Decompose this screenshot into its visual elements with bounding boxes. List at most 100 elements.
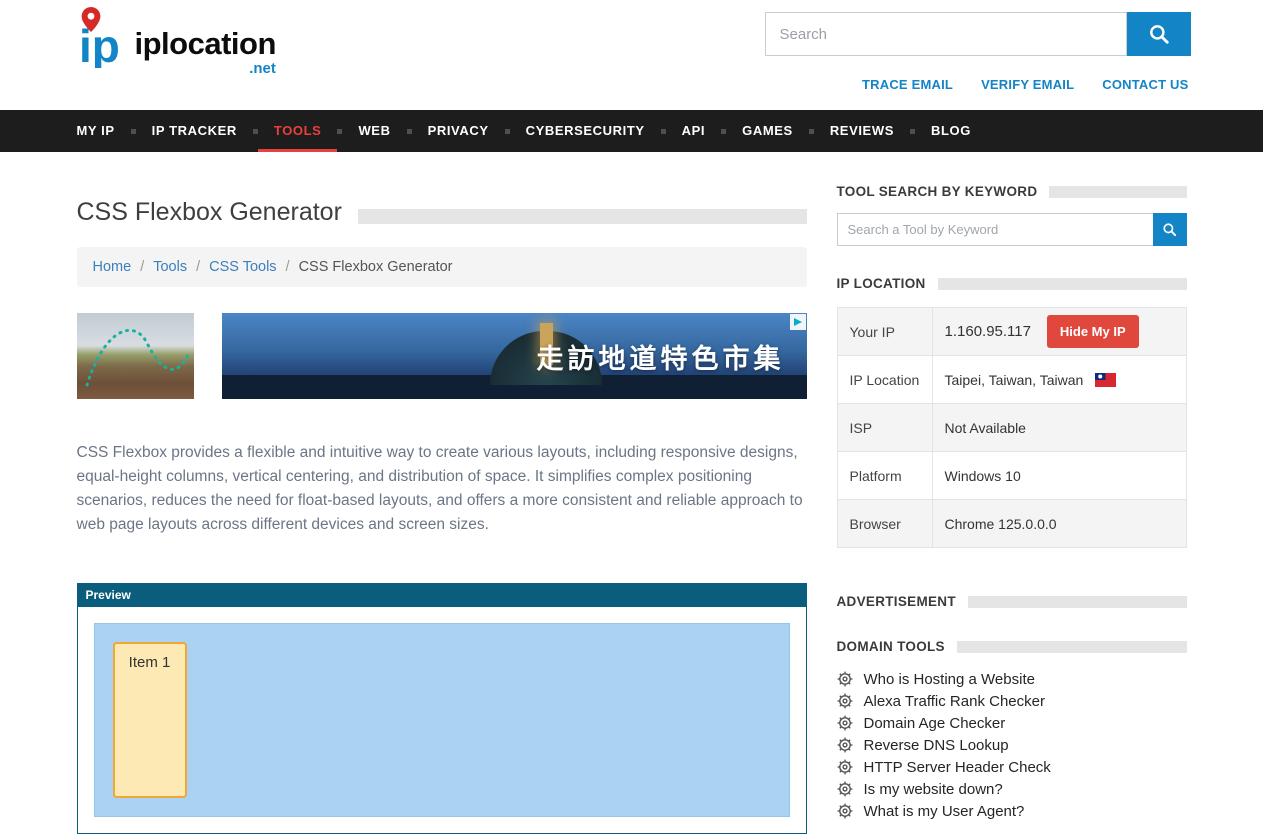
ip-location-table: Your IP 1.160.95.117 Hide My IP IP Locat… [837, 307, 1187, 548]
platform-value: Windows 10 [932, 452, 1186, 500]
heading-decoration-bar [968, 596, 1187, 608]
domain-tools-list: Who is Hosting a Website Alexa Traffic R… [837, 668, 1187, 822]
ad-main-image: 走訪地道特色市集 [222, 313, 807, 399]
ad-curve-graphic [77, 313, 194, 399]
nav-item-api[interactable]: API [666, 110, 721, 152]
breadcrumb-separator: / [286, 259, 290, 275]
header-search-button[interactable] [1127, 12, 1191, 56]
search-icon [1148, 23, 1170, 45]
nav-item-web[interactable]: WEB [342, 110, 406, 152]
header-search-input[interactable] [765, 12, 1127, 56]
list-item: Who is Hosting a Website [837, 668, 1187, 690]
header-search [765, 12, 1191, 56]
domain-tool-alexa-rank-link[interactable]: Alexa Traffic Rank Checker [864, 693, 1045, 710]
table-row: IP Location Taipei, Taiwan, Taiwan [837, 356, 1186, 404]
nav-item-blog[interactable]: BLOG [915, 110, 987, 152]
breadcrumb-current: CSS Flexbox Generator [299, 259, 453, 275]
ad-gap [194, 313, 222, 399]
title-decoration-bar [358, 209, 807, 224]
logo-tld: .net [249, 60, 276, 77]
nav-item-ip-tracker[interactable]: IP TRACKER [136, 110, 253, 152]
row-label: ISP [837, 404, 932, 452]
contact-us-link[interactable]: CONTACT US [1102, 77, 1188, 92]
flex-container: Item 1 [94, 623, 790, 817]
heading-decoration-bar [938, 278, 1187, 290]
verify-email-link[interactable]: VERIFY EMAIL [981, 77, 1074, 92]
hide-my-ip-button[interactable]: Hide My IP [1047, 315, 1139, 348]
ad-left-image [77, 313, 194, 399]
nav-item-tools[interactable]: TOOLS [258, 110, 338, 152]
search-icon [1162, 222, 1177, 237]
page-title: CSS Flexbox Generator [77, 198, 342, 227]
domain-tool-reverse-dns-link[interactable]: Reverse DNS Lookup [864, 737, 1009, 754]
advertisement-heading: ADVERTISEMENT [837, 594, 956, 609]
gear-icon [837, 759, 853, 775]
nav-item-reviews[interactable]: REVIEWS [814, 110, 910, 152]
header-links: TRACE EMAIL VERIFY EMAIL CONTACT US [862, 77, 1188, 92]
list-item: What is my User Agent? [837, 800, 1187, 822]
breadcrumb-css-tools[interactable]: CSS Tools [209, 259, 276, 275]
list-item: Domain Age Checker [837, 712, 1187, 734]
browser-value: Chrome 125.0.0.0 [932, 500, 1186, 548]
list-item: Alexa Traffic Rank Checker [837, 690, 1187, 712]
tool-search [837, 213, 1187, 246]
isp-value: Not Available [932, 404, 1186, 452]
site-logo[interactable]: ip iplocation .net [77, 6, 276, 77]
tool-search-button[interactable] [1153, 213, 1187, 246]
page-description: CSS Flexbox provides a flexible and intu… [77, 441, 807, 537]
row-label: Browser [837, 500, 932, 548]
domain-tool-domain-age-link[interactable]: Domain Age Checker [864, 715, 1006, 732]
breadcrumb-separator: / [196, 259, 200, 275]
list-item: Reverse DNS Lookup [837, 734, 1187, 756]
site-header: ip iplocation .net TRACE EMAIL VERIFY EM… [0, 0, 1263, 110]
table-row: Your IP 1.160.95.117 Hide My IP [837, 308, 1186, 356]
main-nav: MY IP IP TRACKER TOOLS WEB PRIVACY CYBER… [0, 110, 1263, 152]
gear-icon [837, 737, 853, 753]
domain-tool-http-header-link[interactable]: HTTP Server Header Check [864, 759, 1051, 776]
row-label: Platform [837, 452, 932, 500]
table-row: Platform Windows 10 [837, 452, 1186, 500]
tool-search-heading: TOOL SEARCH BY KEYWORD [837, 184, 1038, 199]
nav-item-my-ip[interactable]: MY IP [77, 110, 131, 152]
nav-item-privacy[interactable]: PRIVACY [412, 110, 505, 152]
breadcrumb-tools[interactable]: Tools [153, 259, 187, 275]
flex-item-1: Item 1 [113, 642, 187, 798]
ad-banner[interactable]: 走訪地道特色市集 [77, 313, 807, 399]
adchoices-icon[interactable] [790, 314, 806, 330]
domain-tools-heading: DOMAIN TOOLS [837, 639, 945, 654]
heading-decoration-bar [1049, 186, 1186, 198]
row-label: IP Location [837, 356, 932, 404]
svg-text:ip: ip [79, 20, 120, 68]
preview-body: Item 1 [77, 607, 807, 834]
preview-panel: Preview Item 1 [77, 583, 807, 834]
nav-item-cybersecurity[interactable]: CYBERSECURITY [510, 110, 661, 152]
taiwan-flag-icon [1095, 373, 1116, 387]
sidebar: TOOL SEARCH BY KEYWORD IP LOCATION Your … [837, 184, 1187, 834]
heading-decoration-bar [957, 641, 1187, 653]
gear-icon [837, 781, 853, 797]
list-item: Is my website down? [837, 778, 1187, 800]
breadcrumb: Home / Tools / CSS Tools / CSS Flexbox G… [77, 247, 807, 287]
gear-icon [837, 671, 853, 687]
row-label: Your IP [837, 308, 932, 356]
tool-search-input[interactable] [837, 213, 1153, 246]
breadcrumb-separator: / [140, 259, 144, 275]
nav-item-games[interactable]: GAMES [726, 110, 809, 152]
domain-tool-user-agent-link[interactable]: What is my User Agent? [864, 803, 1025, 820]
domain-tool-website-down-link[interactable]: Is my website down? [864, 781, 1003, 798]
ad-headline: 走訪地道特色市集 [537, 337, 785, 376]
trace-email-link[interactable]: TRACE EMAIL [862, 77, 953, 92]
logo-text: iplocation [135, 28, 276, 59]
preview-header: Preview [77, 583, 807, 607]
gear-icon [837, 803, 853, 819]
domain-tool-who-is-hosting-link[interactable]: Who is Hosting a Website [864, 671, 1035, 688]
table-row: Browser Chrome 125.0.0.0 [837, 500, 1186, 548]
ip-location-value: Taipei, Taiwan, Taiwan [945, 372, 1084, 388]
adchoices-triangle-icon [793, 317, 803, 327]
ip-location-heading: IP LOCATION [837, 276, 926, 291]
table-row: ISP Not Available [837, 404, 1186, 452]
main-content: CSS Flexbox Generator Home / Tools / CSS… [77, 184, 807, 834]
gear-icon [837, 693, 853, 709]
your-ip-value: 1.160.95.117 [945, 323, 1031, 340]
breadcrumb-home[interactable]: Home [93, 259, 132, 275]
